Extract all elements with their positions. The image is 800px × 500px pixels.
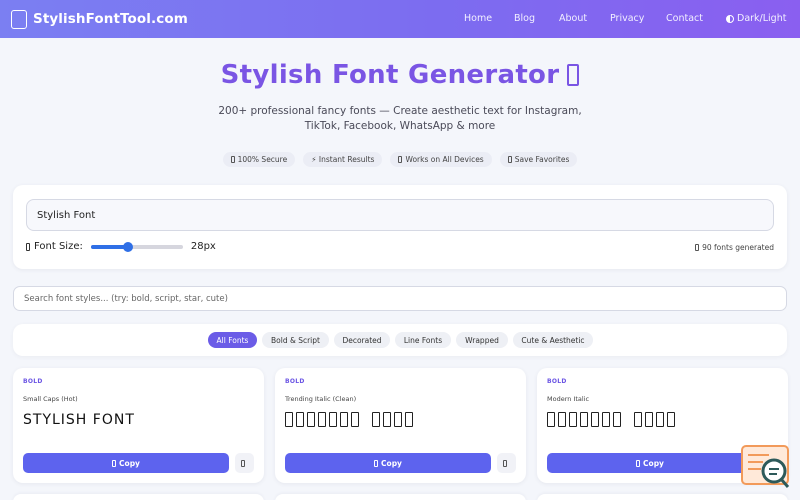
glyph-box	[645, 412, 653, 427]
half-circle-icon	[726, 14, 734, 23]
glyph-box	[667, 412, 675, 427]
copy-button[interactable]: Copy	[547, 453, 753, 473]
theme-toggle-button[interactable]: Dark/Light	[726, 13, 786, 24]
copy-label: Copy	[381, 458, 402, 468]
glyph-box	[329, 412, 337, 427]
card-sample-text[interactable]	[285, 412, 416, 427]
filter-line-fonts[interactable]: Line Fonts	[395, 332, 451, 348]
card-sample-text[interactable]: STYLISH FONT	[23, 412, 135, 428]
favorite-button[interactable]	[235, 453, 254, 473]
glyph-box	[296, 412, 304, 427]
copy-label: Copy	[643, 458, 664, 468]
glyph-box	[591, 412, 599, 427]
search-lines-icon[interactable]	[741, 445, 791, 490]
font-size-value: 28px	[190, 241, 216, 252]
filter-bar: All Fonts Bold & Script Decorated Line F…	[13, 324, 787, 356]
size-icon	[26, 242, 30, 251]
glyph-box	[285, 412, 293, 427]
glyph-box	[547, 412, 555, 427]
page-subtitle: 200+ professional fancy fonts — Create a…	[218, 105, 582, 132]
feature-label: Works on All Devices	[405, 155, 484, 164]
glyph-box	[558, 412, 566, 427]
feature-list: 100% Secure ⚡ Instant Results Works on A…	[0, 152, 800, 167]
font-card-next-row	[275, 494, 526, 500]
clipboard-icon	[636, 459, 641, 467]
feature-secure: 100% Secure	[222, 152, 296, 167]
text-input[interactable]: Stylish Font	[26, 199, 774, 231]
copy-button[interactable]: Copy	[285, 453, 491, 473]
font-size-label: Font Size:	[34, 241, 83, 252]
card-font-name: Modern Italic	[547, 395, 590, 403]
nav-blog-link[interactable]: Blog	[514, 13, 535, 24]
font-card: BOLD Trending Italic (Clean) Copy	[275, 368, 526, 483]
generated-count-text: 90 fonts generated	[702, 243, 774, 252]
card-badge: BOLD	[23, 378, 43, 385]
filter-cute-aesthetic[interactable]: Cute & Aesthetic	[513, 332, 593, 348]
glyph-box	[340, 412, 348, 427]
font-size-control: Font Size: 28px	[26, 241, 216, 252]
glyph-box	[351, 412, 359, 427]
clipboard-icon	[374, 459, 379, 467]
card-font-name: Trending Italic (Clean)	[285, 395, 357, 403]
feature-devices: Works on All Devices	[390, 152, 492, 167]
nav-about-link[interactable]: About	[559, 13, 587, 24]
feature-instant: ⚡ Instant Results	[303, 152, 383, 167]
heart-icon	[241, 459, 245, 467]
font-size-slider[interactable]	[90, 241, 183, 252]
feature-label: ⚡ Instant Results	[311, 155, 375, 164]
glyph-box	[602, 412, 610, 427]
glyph-box	[383, 412, 391, 427]
device-icon	[398, 156, 403, 163]
font-card-next-row	[13, 494, 264, 500]
logo-text: StylishFontTool.com	[33, 11, 188, 27]
glyph-box	[394, 412, 402, 427]
glyph-box	[372, 412, 380, 427]
filter-bold-script[interactable]: Bold & Script	[262, 332, 329, 348]
filter-decorated[interactable]: Decorated	[334, 332, 390, 348]
feature-favorites: Save Favorites	[499, 152, 578, 167]
glyph-box	[405, 412, 413, 427]
page-title: Stylish Font Generator	[0, 60, 800, 90]
generated-count: 90 fonts generated	[695, 243, 774, 252]
glyph-box	[569, 412, 577, 427]
nav-home-link[interactable]: Home	[464, 13, 492, 24]
heart-icon	[503, 459, 507, 467]
glyph-box	[656, 412, 664, 427]
card-font-name: Small Caps (Hot)	[23, 395, 78, 403]
card-badge: BOLD	[285, 378, 305, 385]
page-title-text: Stylish Font Generator	[220, 60, 560, 90]
sparkle-icon	[695, 244, 700, 251]
filter-all-fonts[interactable]: All Fonts	[208, 332, 257, 348]
theme-toggle-label: Dark/Light	[737, 13, 787, 24]
font-card: BOLD Small Caps (Hot) STYLISH FONT Copy	[13, 368, 264, 483]
feature-label: Save Favorites	[514, 155, 570, 164]
glyph-box	[318, 412, 326, 427]
glyph-box	[580, 412, 588, 427]
text-input-card: Stylish Font Font Size: 28px 90 fonts ge…	[13, 185, 787, 269]
favorite-button[interactable]	[497, 453, 516, 473]
lock-icon	[230, 156, 235, 163]
card-sample-text[interactable]	[547, 412, 678, 427]
nav-contact-link[interactable]: Contact	[666, 13, 703, 24]
logo-box-icon	[11, 9, 27, 29]
filter-wrapped[interactable]: Wrapped	[456, 332, 508, 348]
copy-button[interactable]: Copy	[23, 453, 229, 473]
heart-icon	[507, 156, 512, 163]
copy-label: Copy	[119, 458, 140, 468]
logo-link[interactable]: StylishFontTool.com	[11, 9, 188, 29]
feature-label: 100% Secure	[237, 155, 288, 164]
title-emoji-icon	[567, 64, 580, 86]
slider-thumb[interactable]	[122, 241, 133, 252]
clipboard-icon	[112, 459, 117, 467]
font-card-next-row	[537, 494, 788, 500]
top-navbar: StylishFontTool.com Home Blog About Priv…	[0, 0, 800, 38]
card-badge: BOLD	[547, 378, 567, 385]
glyph-box	[613, 412, 621, 427]
glyph-box	[634, 412, 642, 427]
glyph-box	[307, 412, 315, 427]
nav-privacy-link[interactable]: Privacy	[610, 13, 644, 24]
font-search-input[interactable]: Search font styles... (try: bold, script…	[13, 286, 787, 311]
